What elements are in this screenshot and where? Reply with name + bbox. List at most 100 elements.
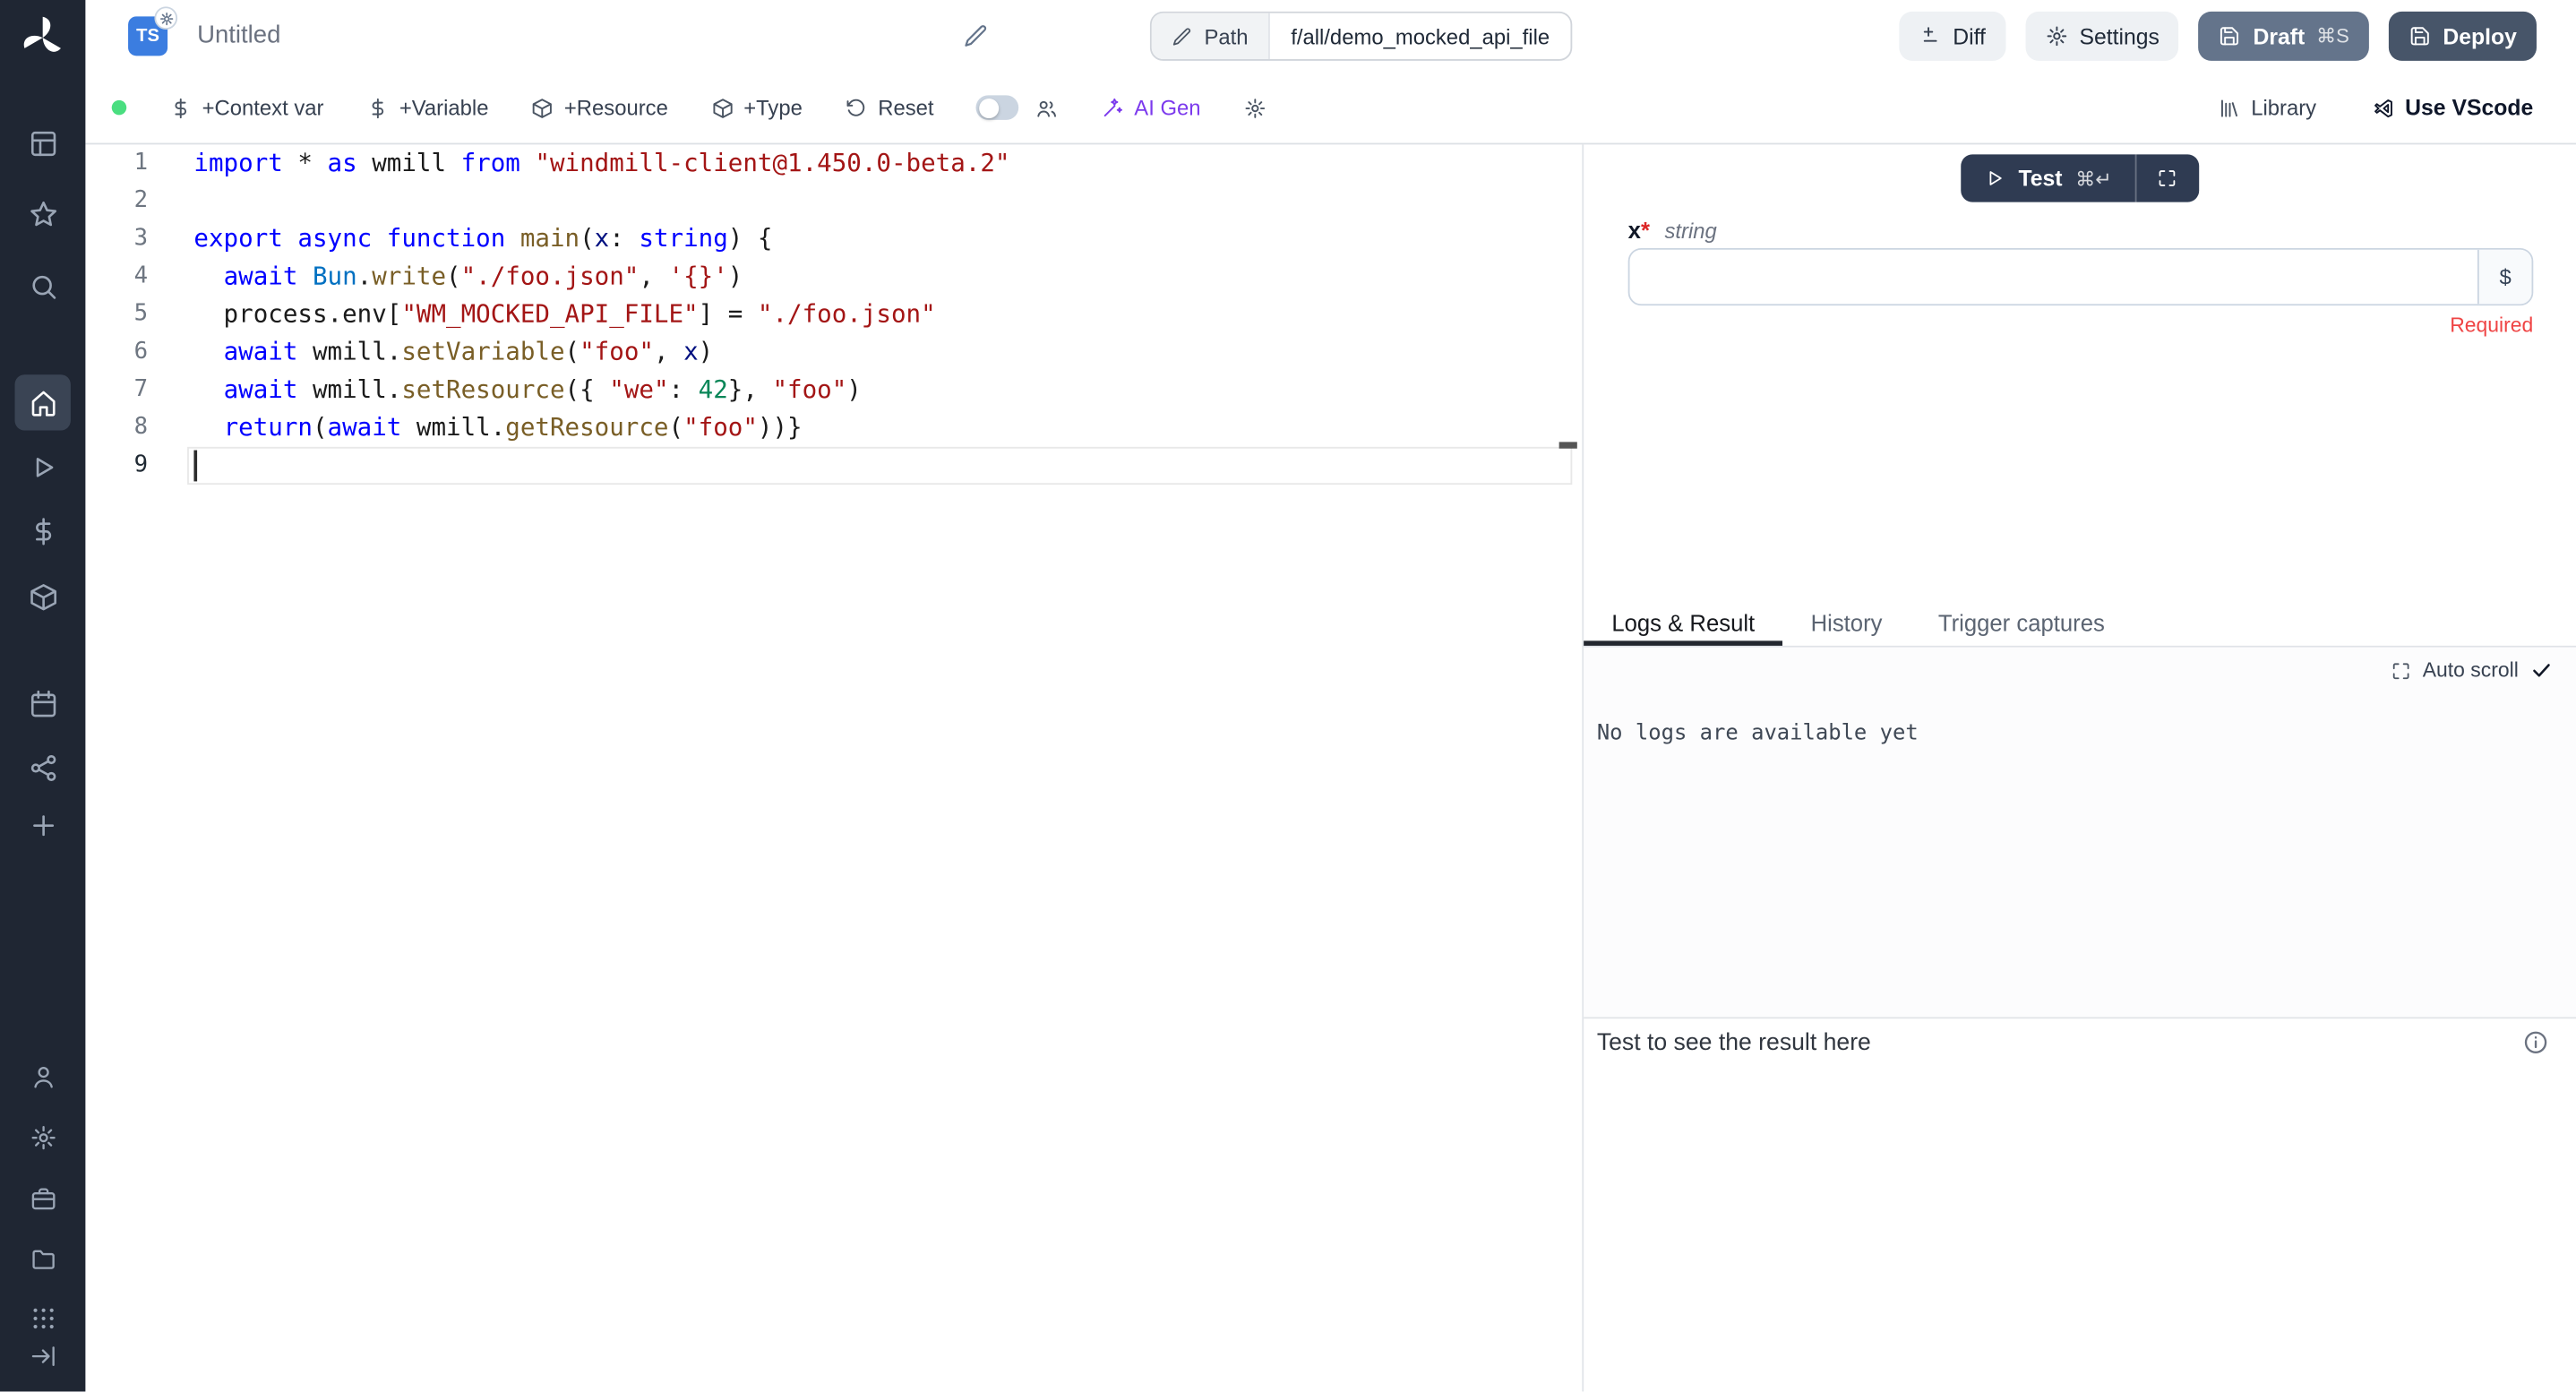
code-line[interactable]: 4 await Bun.write("./foo.json", '{}') bbox=[85, 258, 1582, 296]
topbar: TS Untitled Path f/all/demo_mocked_api_f… bbox=[85, 0, 2576, 73]
add-type-button[interactable]: +Type bbox=[711, 95, 803, 120]
code-line[interactable]: 8 return(await wmill.getResource("foo"))… bbox=[85, 409, 1582, 447]
star-icon[interactable] bbox=[15, 185, 71, 241]
diff-button-label: Diff bbox=[1953, 24, 1986, 49]
settings-button[interactable]: Settings bbox=[2025, 12, 2179, 61]
path-group: Path f/all/demo_mocked_api_file bbox=[1150, 12, 1573, 61]
schedules-calendar-icon[interactable] bbox=[15, 675, 71, 731]
edit-path-button[interactable]: Path bbox=[1152, 13, 1270, 59]
use-vscode-button[interactable]: Use VScode bbox=[2372, 95, 2533, 120]
logs-area: Auto scroll No logs are available yet bbox=[1584, 648, 2576, 1019]
workers-briefcase-icon[interactable] bbox=[15, 1170, 71, 1225]
vscode-icon bbox=[2372, 96, 2395, 119]
code-line[interactable]: 6 await wmill.setVariable("foo", x) bbox=[85, 333, 1582, 371]
variables-dollar-icon[interactable] bbox=[15, 503, 71, 558]
language-badge[interactable]: TS bbox=[128, 16, 167, 56]
overview-ruler-mark bbox=[1559, 442, 1577, 448]
resources-cube-icon[interactable] bbox=[15, 569, 71, 624]
tab-logs-result[interactable]: Logs & Result bbox=[1584, 599, 1782, 645]
line-number: 4 bbox=[85, 258, 148, 296]
topbar-actions: Diff Settings Draft ⌘S Deploy bbox=[1899, 12, 2537, 61]
edit-title-pencil-icon[interactable] bbox=[963, 23, 989, 49]
tab-history[interactable]: History bbox=[1782, 599, 1910, 645]
flows-nodes-icon[interactable] bbox=[15, 739, 71, 795]
line-number: 7 bbox=[85, 372, 148, 409]
reset-button[interactable]: Reset bbox=[846, 95, 934, 120]
add-resource-label: +Resource bbox=[564, 95, 668, 120]
required-hint: Required bbox=[2450, 314, 2533, 337]
package-icon bbox=[531, 96, 554, 119]
code-line[interactable]: 7 await wmill.setResource({ "we": 42}, "… bbox=[85, 372, 1582, 409]
settings-button-label: Settings bbox=[2079, 24, 2159, 49]
diff-icon bbox=[1919, 25, 1942, 48]
code-editor[interactable]: 1import * as wmill from "windmill-client… bbox=[85, 144, 1582, 1391]
tab-trigger-captures[interactable]: Trigger captures bbox=[1911, 599, 2133, 645]
save-icon bbox=[2409, 25, 2432, 48]
info-icon[interactable] bbox=[2521, 1028, 2549, 1056]
required-asterisk: * bbox=[1641, 217, 1650, 243]
dollar-icon bbox=[366, 96, 390, 119]
language-badge-label: TS bbox=[136, 26, 159, 46]
settings-gear-icon[interactable] bbox=[15, 1109, 71, 1164]
arg-x-input[interactable] bbox=[1630, 250, 2477, 305]
add-context-var-label: +Context var bbox=[202, 95, 324, 120]
argument-type: string bbox=[1664, 219, 1716, 244]
multiplayer-users-icon bbox=[1035, 96, 1059, 119]
insert-variable-button[interactable]: $ bbox=[2477, 250, 2532, 305]
runs-play-icon[interactable] bbox=[15, 439, 71, 494]
library-button[interactable]: Library bbox=[2219, 95, 2317, 120]
save-icon bbox=[2219, 25, 2242, 48]
code-line[interactable]: 3export async function main(x: string) { bbox=[85, 220, 1582, 258]
draft-button[interactable]: Draft ⌘S bbox=[2199, 12, 2369, 61]
path-value[interactable]: f/all/demo_mocked_api_file bbox=[1269, 13, 1571, 59]
add-context-var-button[interactable]: +Context var bbox=[169, 95, 324, 120]
code-text: process.env["WM_MOCKED_API_FILE"] = "./f… bbox=[148, 296, 936, 333]
table-icon[interactable] bbox=[15, 115, 71, 170]
maximize-icon bbox=[2157, 168, 2178, 189]
collapse-arrow-icon[interactable] bbox=[15, 1328, 71, 1383]
line-number: 1 bbox=[85, 144, 148, 182]
draft-shortcut: ⌘S bbox=[2316, 25, 2349, 48]
argument-name: x bbox=[1628, 217, 1641, 243]
deploy-button-label: Deploy bbox=[2443, 24, 2517, 49]
sidebar bbox=[0, 0, 85, 1392]
argument-input-group: $ bbox=[1628, 248, 2534, 305]
check-icon bbox=[2530, 659, 2554, 683]
code-line[interactable]: 9 bbox=[85, 447, 1582, 485]
expand-test-button[interactable] bbox=[2136, 154, 2199, 202]
deploy-button[interactable]: Deploy bbox=[2389, 12, 2537, 61]
diff-button[interactable]: Diff bbox=[1899, 12, 2005, 61]
result-placeholder-row: Test to see the result here bbox=[1597, 1028, 2550, 1056]
test-button[interactable]: Test ⌘↵ bbox=[1961, 154, 2134, 202]
use-vscode-label: Use VScode bbox=[2405, 95, 2533, 120]
user-icon[interactable] bbox=[15, 1048, 71, 1104]
code-text: import * as wmill from "windmill-client@… bbox=[148, 144, 1009, 182]
editor-settings-gear-icon[interactable] bbox=[1243, 96, 1267, 119]
multiplayer-toggle[interactable] bbox=[976, 95, 1019, 120]
add-variable-button[interactable]: +Variable bbox=[366, 95, 488, 120]
auto-scroll-control[interactable]: Auto scroll bbox=[2390, 659, 2553, 683]
folders-icon[interactable] bbox=[15, 1231, 71, 1286]
test-button-label: Test bbox=[2018, 166, 2062, 191]
search-icon[interactable] bbox=[15, 258, 71, 314]
ai-gen-button[interactable]: AI Gen bbox=[1102, 95, 1201, 120]
script-title[interactable]: Untitled bbox=[197, 0, 280, 73]
runtime-settings-indicator-icon bbox=[154, 6, 177, 30]
toggle-knob bbox=[979, 98, 999, 117]
status-dot bbox=[112, 100, 127, 116]
code-line[interactable]: 1import * as wmill from "windmill-client… bbox=[85, 144, 1582, 182]
code-text: await Bun.write("./foo.json", '{}') bbox=[148, 258, 743, 296]
expand-logs-icon bbox=[2390, 659, 2411, 681]
line-number: 9 bbox=[85, 447, 148, 485]
code-text bbox=[148, 447, 193, 485]
add-resource-button[interactable]: +Resource bbox=[531, 95, 668, 120]
package-icon bbox=[711, 96, 734, 119]
code-text: export async function main(x: string) { bbox=[148, 220, 772, 258]
add-plus-icon[interactable] bbox=[15, 797, 71, 853]
code-line[interactable]: 2 bbox=[85, 183, 1582, 220]
home-icon[interactable] bbox=[15, 374, 71, 430]
code-line[interactable]: 5 process.env["WM_MOCKED_API_FILE"] = ".… bbox=[85, 296, 1582, 333]
windmill-logo-icon[interactable] bbox=[18, 13, 67, 63]
play-icon bbox=[1984, 168, 2005, 189]
preview-panel: Test ⌘↵ x* string $ Required Logs & Resul… bbox=[1582, 144, 2576, 1391]
